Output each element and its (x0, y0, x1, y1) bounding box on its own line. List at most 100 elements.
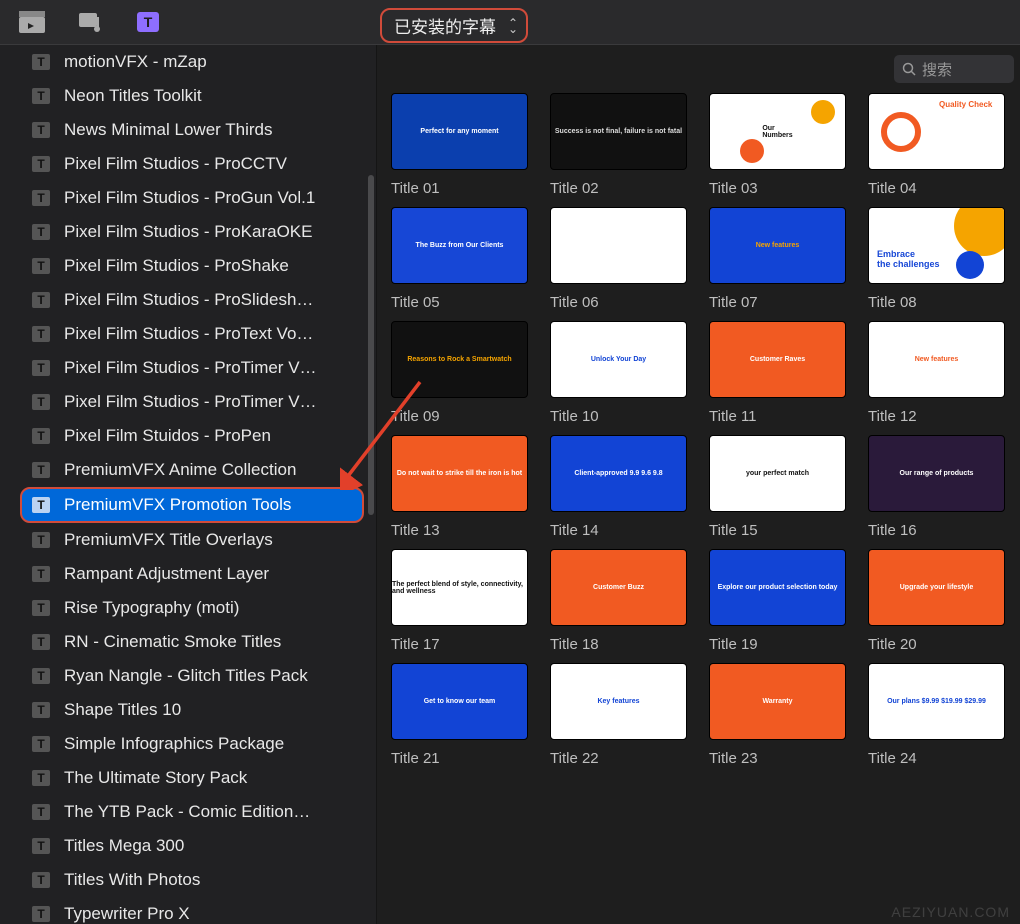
title-tile[interactable]: Customer RavesTitle 11 (709, 321, 846, 425)
tile-thumbnail: New features (709, 207, 846, 284)
title-tile[interactable]: The Buzz from Our ClientsTitle 05 (391, 207, 528, 311)
sidebar-item[interactable]: TShape Titles 10 (0, 693, 376, 727)
title-category-icon: T (32, 872, 50, 888)
sidebar-item[interactable]: TTitles Mega 300 (0, 829, 376, 863)
tile-label: Title 15 (709, 522, 846, 539)
tile-thumbnail: Customer Buzz (550, 549, 687, 626)
title-tile[interactable]: The perfect blend of style, connectivity… (391, 549, 528, 653)
sidebar-item[interactable]: TThe Ultimate Story Pack (0, 761, 376, 795)
sidebar-item[interactable]: T Simple Infographics Package (0, 727, 376, 761)
sidebar-item[interactable]: T PremiumVFX Anime Collection (0, 453, 376, 487)
title-tile[interactable]: Get to know our teamTitle 21 (391, 663, 528, 767)
sidebar-item[interactable]: TRN - Cinematic Smoke Titles (0, 625, 376, 659)
audio-note-icon[interactable] (76, 8, 104, 36)
sidebar-item[interactable]: TRyan Nangle - Glitch Titles Pack (0, 659, 376, 693)
sidebar-item-label: Neon Titles Toolkit (64, 86, 358, 106)
sidebar-item[interactable]: TPixel Film Studios - ProText Vo… (0, 317, 376, 351)
sidebar-item-label: Shape Titles 10 (64, 700, 358, 720)
sidebar-item-label: Simple Infographics Package (64, 734, 358, 754)
tile-label: Title 18 (550, 636, 687, 653)
sidebar-item-label: RN - Cinematic Smoke Titles (64, 632, 358, 652)
tile-thumbnail: Success is not final, failure is not fat… (550, 93, 687, 170)
title-tile[interactable]: Reasons to Rock a SmartwatchTitle 09 (391, 321, 528, 425)
sidebar-item[interactable]: TmotionVFX - mZap (0, 45, 376, 79)
title-tile[interactable]: Embracethe challengesTitle 08 (868, 207, 1005, 311)
title-category-icon: T (32, 54, 50, 70)
sidebar-item[interactable]: T Titles With Photos (0, 863, 376, 897)
tile-label: Title 13 (391, 522, 528, 539)
installed-titles-dropdown[interactable]: 已安装的字幕 ⌃⌄ (380, 8, 528, 43)
sidebar-item-label: Pixel Film Stuidos - ProPen (64, 426, 358, 446)
content-header: 搜索 (377, 45, 1020, 93)
dropdown-label: 已安装的字幕 (394, 18, 496, 37)
tile-thumbnail: Perfect for any moment (391, 93, 528, 170)
grid-row: The Buzz from Our ClientsTitle 05Title 0… (391, 207, 1020, 311)
title-tile[interactable]: Client-approved 9.9 9.6 9.8Title 14 (550, 435, 687, 539)
tile-label: Title 09 (391, 408, 528, 425)
title-category-icon: T (32, 462, 50, 478)
watermark: AEZIYUAN.COM (891, 904, 1010, 920)
title-tile[interactable]: Our plans $9.99 $19.99 $29.99Title 24 (868, 663, 1005, 767)
sidebar-item[interactable]: TPremiumVFX Title Overlays (0, 523, 376, 557)
sidebar-item[interactable]: TNeon Titles Toolkit (0, 79, 376, 113)
title-tile[interactable]: Customer Buzz Title 18 (550, 549, 687, 653)
sidebar-item[interactable]: TRampant Adjustment Layer (0, 557, 376, 591)
title-tile[interactable]: Do not wait to strike till the iron is h… (391, 435, 528, 539)
sidebar-item[interactable]: TPixel Film Studios - ProTimer V… (0, 385, 376, 419)
tile-label: Title 12 (868, 408, 1005, 425)
title-tile[interactable]: Perfect for any momentTitle 01 (391, 93, 528, 197)
sidebar-item[interactable]: TPremiumVFX Promotion Tools (20, 487, 364, 523)
tile-label: Title 03 (709, 180, 846, 197)
title-category-icon: T (32, 428, 50, 444)
title-tile[interactable]: Title 06 (550, 207, 687, 311)
title-tile[interactable]: New featuresTitle 07 (709, 207, 846, 311)
sidebar: TmotionVFX - mZapTNeon Titles ToolkitTNe… (0, 45, 377, 924)
scrollbar-thumb[interactable] (368, 175, 374, 515)
title-category-icon: T (32, 224, 50, 240)
title-tile[interactable]: WarrantyTitle 23 (709, 663, 846, 767)
sidebar-item-label: PremiumVFX Anime Collection (64, 460, 358, 480)
search-icon (902, 62, 916, 76)
sidebar-item-label: Ryan Nangle - Glitch Titles Pack (64, 666, 358, 686)
sidebar-item[interactable]: TThe YTB Pack - Comic Edition… (0, 795, 376, 829)
title-category-icon: T (32, 736, 50, 752)
sidebar-item[interactable]: TPixel Film Studios - ProTimer V… (0, 351, 376, 385)
grid-row: Get to know our teamTitle 21Key features… (391, 663, 1020, 767)
title-tile[interactable]: Success is not final, failure is not fat… (550, 93, 687, 197)
tile-thumbnail: Client-approved 9.9 9.6 9.8 (550, 435, 687, 512)
media-clapper-icon[interactable] (18, 8, 46, 36)
search-placeholder: 搜索 (922, 59, 952, 80)
sidebar-item[interactable]: T Pixel Film Stuidos - ProPen (0, 419, 376, 453)
sidebar-item[interactable]: TTypewriter Pro X (0, 897, 376, 924)
tile-thumbnail: Our range of products (868, 435, 1005, 512)
title-category-icon: T (32, 258, 50, 274)
sidebar-item-label: Titles With Photos (64, 870, 358, 890)
title-category-icon: T (32, 804, 50, 820)
topbar-icons: T (0, 8, 162, 36)
tile-label: Title 23 (709, 750, 846, 767)
sidebar-item-label: Typewriter Pro X (64, 904, 358, 924)
sidebar-item[interactable]: TRise Typography (moti) (0, 591, 376, 625)
sidebar-item-label: Pixel Film Studios - ProText Vo… (64, 324, 358, 344)
sidebar-item[interactable]: T Pixel Film Studios - ProShake (0, 249, 376, 283)
title-tile[interactable]: New featuresTitle 12 (868, 321, 1005, 425)
titles-browser-icon[interactable]: T (134, 8, 162, 36)
search-input[interactable]: 搜索 (894, 55, 1014, 83)
title-tile[interactable]: Key featuresTitle 22 (550, 663, 687, 767)
title-tile[interactable]: Unlock Your DayTitle 10 (550, 321, 687, 425)
sidebar-item[interactable]: TPixel Film Studios - ProSlidesh… (0, 283, 376, 317)
title-tile[interactable]: Our range of productsTitle 16 (868, 435, 1005, 539)
title-tile[interactable]: your perfect matchTitle 15 (709, 435, 846, 539)
sidebar-item[interactable]: TPixel Film Studios - ProCCTV (0, 147, 376, 181)
sidebar-item[interactable]: TPixel Film Studios - ProGun Vol.1 (0, 181, 376, 215)
tile-thumbnail (550, 207, 687, 284)
sidebar-item-label: Pixel Film Studios - ProShake (64, 256, 358, 276)
chevron-updown-icon: ⌃⌄ (508, 20, 518, 32)
title-tile[interactable]: Upgrade your lifestyleTitle 20 (868, 549, 1005, 653)
title-tile[interactable]: Quality CheckTitle 04 (868, 93, 1005, 197)
title-tile[interactable]: OurNumbersTitle 03 (709, 93, 846, 197)
tile-label: Title 05 (391, 294, 528, 311)
title-tile[interactable]: Explore our product selection todayTitle… (709, 549, 846, 653)
sidebar-item[interactable]: TNews Minimal Lower Thirds (0, 113, 376, 147)
sidebar-item[interactable]: TPixel Film Studios - ProKaraOKE (0, 215, 376, 249)
